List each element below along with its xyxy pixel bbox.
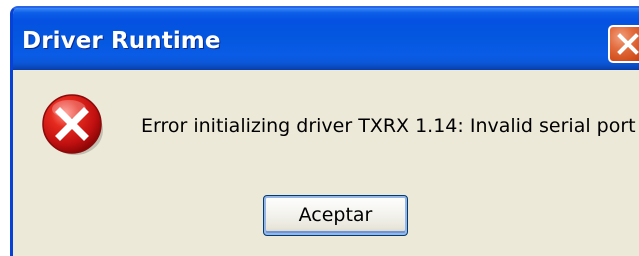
dialog-body: Error initializing driver TXRX 1.14: Inv…: [13, 70, 639, 256]
error-message: Error initializing driver TXRX 1.14: Inv…: [141, 115, 636, 137]
close-button[interactable]: [608, 25, 639, 63]
dialog-window: Driver Runtime Error initializing driver…: [10, 6, 639, 256]
window-title: Driver Runtime: [22, 28, 221, 54]
close-icon: [617, 33, 639, 55]
error-icon: [42, 94, 103, 155]
title-bar[interactable]: Driver Runtime: [13, 8, 639, 70]
accept-button[interactable]: Aceptar: [263, 195, 408, 236]
